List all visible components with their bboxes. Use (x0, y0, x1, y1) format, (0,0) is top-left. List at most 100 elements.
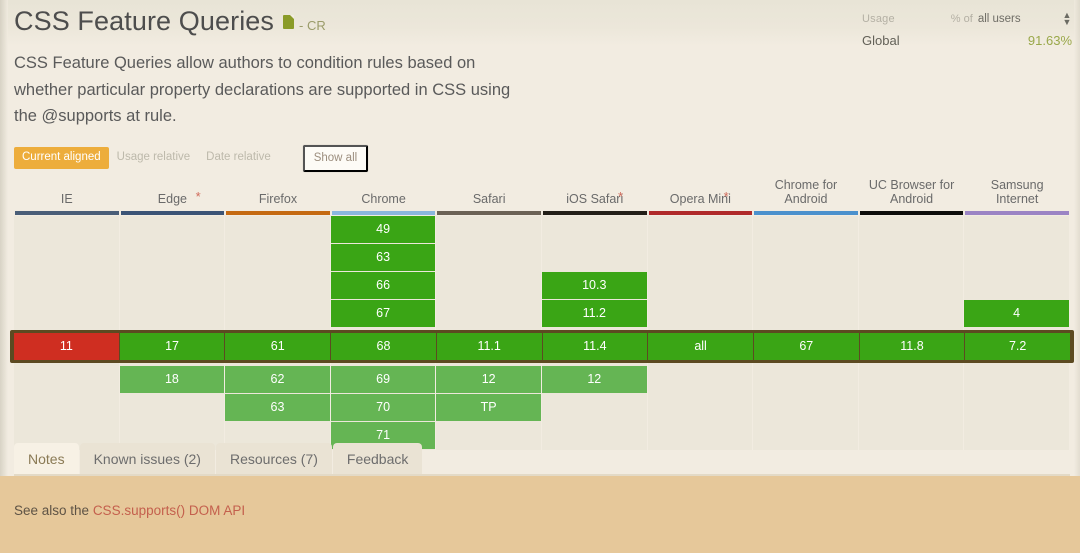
global-label: Global (862, 33, 900, 48)
browser-name-label: IE (60, 192, 73, 206)
show-all-button[interactable]: Show all (302, 144, 369, 172)
version-cell-empty (14, 300, 119, 327)
version-cell[interactable]: 62 (225, 366, 330, 393)
version-cell[interactable]: 63 (330, 244, 436, 271)
browser-column-header[interactable]: Chrome for Android (753, 178, 859, 208)
version-cell-empty (120, 394, 225, 421)
usage-scope-select[interactable]: all users (978, 13, 1062, 25)
tab-resources-7[interactable]: Resources (7) (215, 443, 332, 476)
tab-feedback[interactable]: Feedback (332, 443, 423, 476)
current-version-cell[interactable]: 67 (753, 333, 859, 360)
filter-date-relative[interactable]: Date relative (198, 147, 279, 169)
partial-support-asterisk-icon: * (617, 189, 624, 204)
browser-column-rule (437, 211, 541, 215)
browser-name-label: iOS Safari (566, 192, 624, 206)
version-cell-empty (436, 244, 541, 271)
version-cell-empty (964, 272, 1069, 299)
tab-notes[interactable]: Notes (14, 443, 79, 476)
current-version-cell[interactable]: 11 (14, 333, 119, 360)
partial-support-asterisk-icon: * (195, 189, 201, 204)
version-cell[interactable]: 18 (119, 366, 225, 393)
version-cell-empty (14, 366, 119, 393)
version-cell-empty (964, 366, 1069, 393)
current-version-cell[interactable]: 17 (119, 333, 225, 360)
browser-column-rule (15, 211, 119, 215)
version-cell-empty (753, 272, 858, 299)
browser-column-header[interactable]: Chrome (331, 192, 437, 208)
version-cell[interactable]: 66 (330, 272, 436, 299)
version-cell-empty (859, 216, 964, 243)
browser-column-header[interactable]: Samsung Internet (964, 178, 1070, 208)
current-version-cell[interactable]: all (648, 333, 753, 360)
version-cell[interactable]: 69 (330, 366, 436, 393)
version-cell[interactable]: 12 (541, 366, 647, 393)
version-cell-empty (648, 394, 753, 421)
filter-current-aligned[interactable]: Current aligned (14, 147, 109, 169)
version-cell[interactable]: 11.2 (541, 300, 647, 327)
version-cell[interactable]: 10.3 (541, 272, 647, 299)
version-cell-empty (14, 394, 119, 421)
browser-column-header[interactable]: Edge * (120, 189, 226, 208)
version-cell-empty (859, 422, 964, 449)
version-cell-empty (225, 300, 330, 327)
browser-column-header[interactable]: iOS Safari * (542, 189, 648, 208)
version-cell-empty (648, 422, 753, 449)
version-cell-empty (648, 216, 753, 243)
version-cell[interactable]: TP (436, 394, 541, 421)
browser-column-header[interactable]: Firefox (225, 192, 331, 208)
browser-column-header[interactable]: Opera Mini * (648, 189, 754, 208)
version-cell[interactable]: 67 (330, 300, 436, 327)
version-cell-empty (225, 272, 330, 299)
tab-known-issues-2[interactable]: Known issues (2) (79, 443, 215, 476)
version-cell-empty (859, 366, 964, 393)
version-cell-empty (648, 244, 753, 271)
global-usage-value: 91.63% (1027, 33, 1072, 48)
current-version-cell[interactable]: 61 (225, 333, 331, 360)
version-cell-empty (436, 300, 541, 327)
browser-column-rule (120, 211, 225, 215)
version-cell-empty (648, 300, 753, 327)
usage-summary: Usage % of all users ▲ ▼ Global 91.63% (862, 10, 1072, 48)
browser-name-label: Chrome (361, 192, 406, 206)
chevron-updown-icon[interactable]: ▲ ▼ (1062, 10, 1072, 26)
version-cell[interactable]: 49 (330, 216, 436, 243)
version-cell-empty (14, 216, 119, 243)
browser-column-rule (965, 211, 1069, 215)
version-cell[interactable]: 70 (330, 394, 436, 421)
browser-column-rules (14, 211, 1070, 215)
partial-support-asterisk-icon: * (723, 189, 729, 204)
browser-name-label: Opera Mini (669, 192, 731, 206)
browser-column-rule (859, 211, 964, 215)
document-icon[interactable] (283, 15, 295, 29)
version-cell-empty (436, 422, 541, 449)
support-grid: 18 62 63 49 63 66 67 69 70 71 12 TP 10.3 11.2 12 4 11 17 6… (10, 216, 1074, 450)
version-cell[interactable]: 12 (436, 366, 541, 393)
version-cell[interactable]: 4 (964, 300, 1069, 327)
page-right-edge (1074, 0, 1080, 553)
page-title: CSS Feature Queries (14, 6, 275, 36)
version-cell-empty (753, 300, 858, 327)
current-version-cell[interactable]: 68 (331, 333, 436, 360)
css-supports-dom-api-link[interactable]: CSS.supports() DOM API (93, 503, 245, 518)
current-version-cell[interactable]: 11.4 (542, 333, 648, 360)
version-cell-empty (225, 216, 330, 243)
view-filter-group: Current aligned Usage relative Date rela… (14, 144, 369, 172)
version-cell[interactable]: 63 (225, 394, 330, 421)
version-cell-empty (542, 422, 647, 449)
detail-tabs: Notes Known issues (2) Resources (7) Feedba… (14, 443, 423, 476)
browser-column-header[interactable]: IE (14, 192, 120, 208)
browser-column-header[interactable]: UC Browser for Android (859, 178, 965, 208)
current-version-cell[interactable]: 7.2 (965, 333, 1071, 360)
version-cell-empty (859, 394, 964, 421)
current-version-row: 11 17 61 68 11.1 11.4 all 67 11.8 7.2 (14, 333, 1071, 360)
version-cell-empty (964, 244, 1069, 271)
filter-usage-relative[interactable]: Usage relative (109, 147, 199, 169)
browser-name-label: Chrome for Android (774, 178, 838, 206)
current-version-cell[interactable]: 11.8 (859, 333, 965, 360)
version-cell-empty (120, 272, 225, 299)
version-cell-empty (120, 244, 225, 271)
browser-column-header[interactable]: Safari (436, 192, 542, 208)
note-prefix: See also the (14, 503, 93, 518)
current-version-cell[interactable]: 11.1 (436, 333, 542, 360)
version-cell-empty (225, 244, 330, 271)
